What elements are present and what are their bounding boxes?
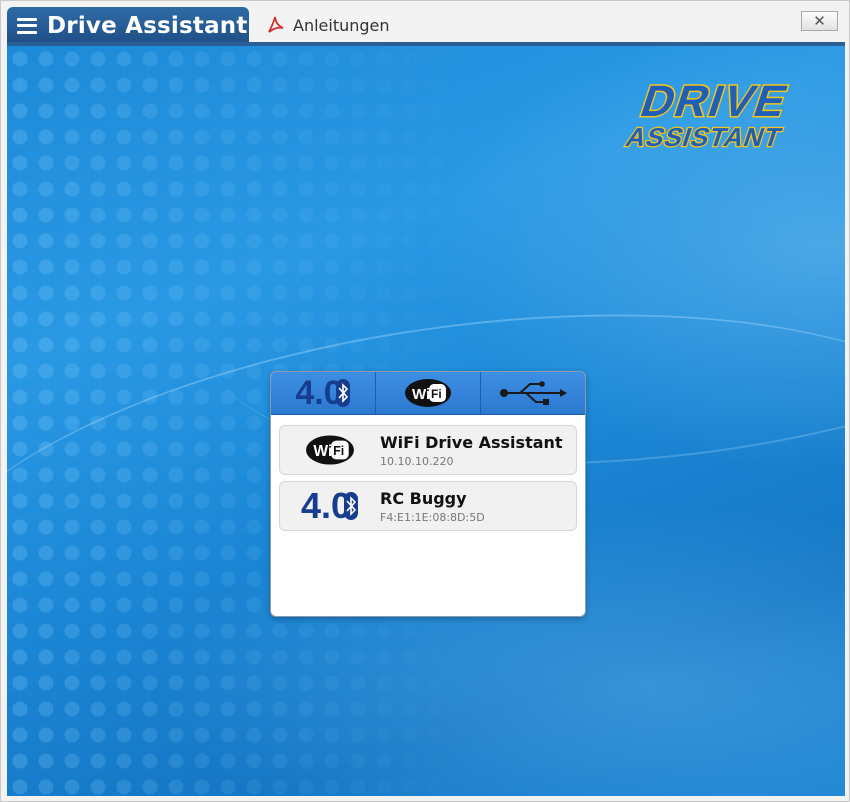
- device-info: WiFi Drive Assistant 10.10.10.220: [380, 433, 563, 468]
- device-name: RC Buggy: [380, 488, 467, 508]
- tab-bluetooth[interactable]: 4.0: [271, 372, 376, 414]
- drive-assistant-logo: DRIVE ASSISTANT: [621, 76, 797, 153]
- svg-text:Wi: Wi: [412, 386, 430, 403]
- app-window: Drive Assistant Anleitungen ✕ DRIVE ASSI…: [0, 0, 850, 802]
- app-menu-tab[interactable]: Drive Assistant: [7, 7, 249, 44]
- bluetooth-4-icon: 4.0: [301, 485, 359, 527]
- app-title: Drive Assistant: [47, 12, 248, 39]
- wifi-icon: Wi Fi: [405, 379, 451, 407]
- svg-text:Fi: Fi: [431, 387, 442, 401]
- device-name: WiFi Drive Assistant: [380, 432, 563, 452]
- main-area: DRIVE ASSISTANT 4.0 Wi Fi Wi Fi WiFi Dri…: [7, 46, 845, 796]
- tab-wifi[interactable]: Wi Fi: [376, 372, 481, 414]
- usb-icon: [500, 381, 567, 405]
- logo-line-1: DRIVE: [635, 76, 796, 126]
- device-address: F4:E1:1E:08:8D:5D: [380, 510, 485, 524]
- device-icon-container: Wi Fi: [280, 433, 380, 467]
- svg-text:Wi: Wi: [313, 443, 332, 460]
- pdf-icon: [268, 16, 284, 33]
- device-icon-container: 4.0: [280, 485, 380, 527]
- device-row-wifi[interactable]: Wi Fi WiFi Drive Assistant 10.10.10.220: [279, 425, 577, 475]
- device-row-bluetooth[interactable]: 4.0 RC Buggy F4:E1:1E:08:8D:5D: [279, 481, 577, 531]
- close-button[interactable]: ✕: [801, 11, 838, 31]
- svg-text:Fi: Fi: [333, 444, 344, 458]
- logo-line-2: ASSISTANT: [622, 123, 786, 152]
- connection-type-tabs: 4.0 Wi Fi: [271, 372, 585, 415]
- hamburger-menu-icon[interactable]: [17, 17, 37, 34]
- device-address: 10.10.10.220: [380, 454, 454, 468]
- tab-usb[interactable]: [481, 372, 585, 414]
- connection-panel: 4.0 Wi Fi Wi Fi WiFi Drive Assistant 10.…: [270, 371, 586, 617]
- tab-anleitungen-label: Anleitungen: [293, 15, 390, 35]
- wifi-icon: Wi Fi: [306, 435, 354, 465]
- device-info: RC Buggy F4:E1:1E:08:8D:5D: [380, 489, 485, 524]
- bluetooth-4-icon: 4.0: [295, 374, 350, 413]
- close-icon: ✕: [813, 12, 826, 30]
- device-list: Wi Fi WiFi Drive Assistant 10.10.10.220 …: [271, 415, 585, 547]
- tab-anleitungen[interactable]: Anleitungen: [265, 11, 390, 39]
